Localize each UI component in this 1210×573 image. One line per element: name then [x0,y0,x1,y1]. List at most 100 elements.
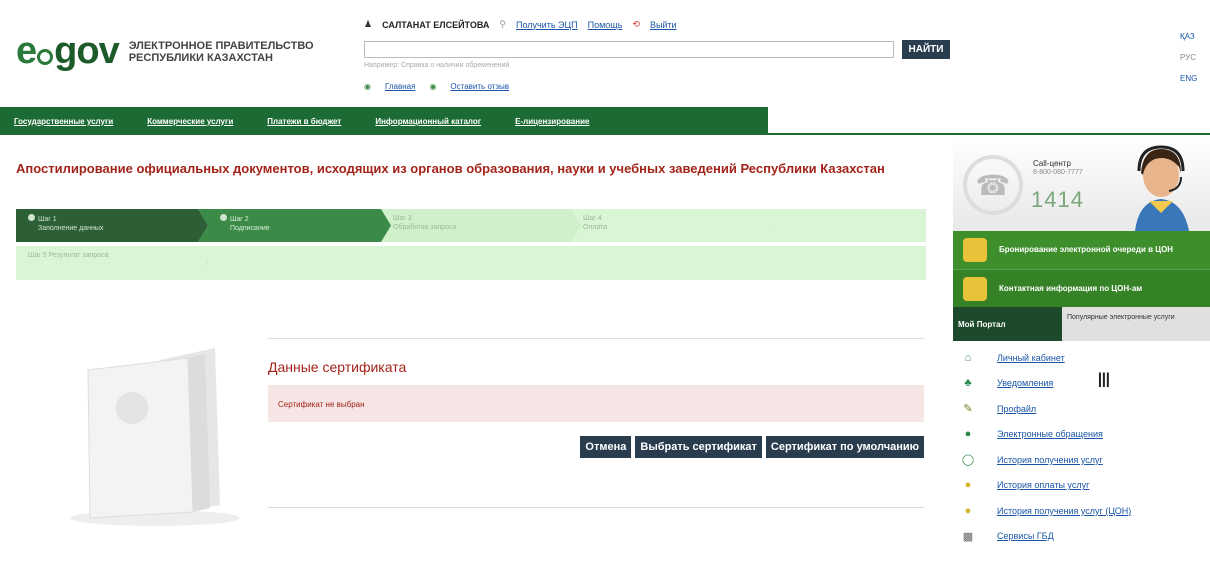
appeal-icon: ● [964,428,972,441]
step-5: Шаг 5 Результат запроса [16,246,208,280]
con-contacts-label: Контактная информация по ЦОН-ам [999,283,1143,293]
steps-progress: Шаг 4 Оплата Шаг 3 Обработка запроса Шаг… [16,209,926,283]
steps-row2: Шаг 5 Результат запроса [16,246,926,280]
operator-avatar [1135,145,1189,231]
page-title: Апостилирование официальных документов, … [16,161,885,176]
logout-icon: ⟲ [632,19,640,29]
certificate-title: Данные сертификата [268,359,407,375]
step-1-number: Шаг 1 [38,216,57,223]
menu-item-appeals[interactable]: ● Электронные обращения [953,422,1210,448]
database-icon: ▩ [962,530,974,543]
call-center-short-number: 1414 [1031,187,1084,212]
menu-label-profile[interactable]: Профайл [997,404,1036,414]
main-content: Апостилирование официальных документов, … [0,140,950,573]
house-icon: ⌂ [964,351,972,364]
nav-budget-payments[interactable]: Платежи в бюджет [267,117,341,126]
default-certificate-button[interactable]: Сертификат по умолчанию [765,436,924,458]
queue-booking-banner[interactable]: Бронирование электронной очереди в ЦОН [953,231,1210,269]
con-contacts-banner[interactable]: Контактная информация по ЦОН-ам [953,269,1210,307]
menu-item-gbd-services[interactable]: ▩ Сервисы ГБД [953,524,1210,550]
phone-icon: ☎ [963,155,1023,215]
con-history-icon: ● [964,504,972,517]
certificate-panel: Данные сертификата Сертификат не выбран … [268,338,924,458]
sub-links: ◉ Главная ◉ Оставить отзыв [364,82,509,91]
cert-top-divider [268,338,924,339]
step-4-label: Оплата [583,224,608,231]
lang-kaz[interactable]: ҚАЗ [1180,32,1197,41]
feedback-icon: ◉ [429,82,437,91]
search-button[interactable]: НАЙТИ [902,40,950,59]
logo-gov: gov [54,30,120,72]
feedback-link[interactable]: Оставить отзыв [450,82,509,91]
logout-link[interactable]: Выйти [650,20,677,30]
choose-certificate-button[interactable]: Выбрать сертификат [635,436,762,458]
menu-label-notifications[interactable]: Уведомления [997,378,1053,388]
queue-booking-label: Бронирование электронной очереди в ЦОН [999,245,1174,254]
menu-label-con-history[interactable]: История получения услуг (ЦОН) [997,506,1131,516]
egov-logo[interactable]: e gov ЭЛЕКТРОННОЕ ПРАВИТЕЛЬСТВО РЕСПУБЛИ… [16,30,314,73]
menu-item-notifications[interactable]: ♣ Уведомления [953,371,1210,397]
search-hint: Например: Справка о наличии обременений [364,62,510,69]
menu-label-cabinet[interactable]: Личный кабинет [997,353,1065,363]
history-icon: ◯ [961,454,975,467]
right-sidebar: ☎ Call-центр 8-800-080-7777 1414 Брониро… [953,135,1210,573]
step-5-number: Шаг 5 [28,252,47,259]
step-4-number: Шаг 4 [583,215,602,222]
get-eds-link[interactable]: Получить ЭЦП [516,20,578,30]
logo-ring-icon [37,48,54,65]
menu-item-con-history[interactable]: ● История получения услуг (ЦОН) [953,498,1210,524]
top-nav-bar: Государственные услуги Коммерческие услу… [0,107,768,135]
step-2-indicator-icon [220,214,227,221]
menu-item-payment-history[interactable]: ● История оплаты услуг [953,473,1210,499]
step-2: Шаг 2 Подписание [198,209,391,242]
step-4: Шаг 4 Оплата [571,209,771,242]
menu-item-cabinet[interactable]: ⌂ Личный кабинет [953,345,1210,371]
menu-label-payment-history[interactable]: История оплаты услуг [997,480,1089,490]
menu-label-appeals[interactable]: Электронные обращения [997,429,1103,439]
certificate-buttons: Отмена Выбрать сертификат Сертификат по … [268,436,924,458]
pencil-icon: ✎ [963,403,973,416]
notification-icon: ♣ [964,377,972,390]
lang-eng[interactable]: ENG [1180,74,1197,83]
call-center-title: Call-центр [1033,159,1071,168]
call-center-box: ☎ Call-центр 8-800-080-7777 1414 [953,135,1210,231]
logo-line1: ЭЛЕКТРОННОЕ ПРАВИТЕЛЬСТВО [128,39,314,52]
help-link[interactable]: Помощь [588,20,623,30]
logo-line2: РЕСПУБЛИКИ КАЗАХСТАН [128,51,273,64]
logo-e: e [16,30,37,72]
menu-label-gbd-services[interactable]: Сервисы ГБД [997,531,1054,541]
nav-gov-services[interactable]: Государственные услуги [14,117,113,126]
portal-menu: ⌂ Личный кабинет ♣ Уведомления ✎ Профайл ● Э… [953,345,1210,549]
payment-icon: ● [964,479,972,492]
certificate-status: Сертификат не выбран [278,400,365,409]
cert-bottom-divider [268,507,924,508]
user-bar: ♟ САЛТАНАТ ЕЛСЕЙТОВА ⚲ Получить ЭЦП Помо… [364,19,677,30]
user-name: САЛТАНАТ ЕЛСЕЙТОВА [382,19,490,30]
menu-label-service-history[interactable]: История получения услуг [997,455,1103,465]
step-1-indicator-icon [28,214,35,221]
header: e gov ЭЛЕКТРОННОЕ ПРАВИТЕЛЬСТВО РЕСПУБЛИ… [0,0,1210,104]
key-icon: ⚲ [499,19,506,29]
lang-rus[interactable]: РУС [1180,53,1197,62]
nav-commercial-services[interactable]: Коммерческие услуги [147,117,233,126]
menu-item-profile[interactable]: ✎ Профайл [953,396,1210,422]
tab-popular-services[interactable]: Популярные электронные услуги [1062,307,1210,341]
menu-item-service-history[interactable]: ◯ История получения услуг [953,447,1210,473]
search-input[interactable] [364,41,894,58]
sidebar-tabs: Мой Портал Популярные электронные услуги [953,307,1210,341]
binders-illustration [70,348,240,526]
top-nav: Государственные услуги Коммерческие услу… [0,107,1210,135]
step-3-label: Обработка запроса [393,224,457,231]
cancel-button[interactable]: Отмена [580,436,632,458]
nav-e-licensing[interactable]: Е-лицензирование [515,117,589,126]
certificate-status-box: Сертификат не выбран [268,385,924,422]
home-link[interactable]: Главная [385,82,415,91]
queue-icon [963,238,987,262]
step-1: Шаг 1 Заполнение данных [16,209,208,242]
user-icon: ♟ [364,19,373,29]
nav-info-catalog[interactable]: Информационный каталог [375,117,481,126]
language-switcher: ҚАЗ РУС ENG [1180,32,1197,83]
tab-my-portal[interactable]: Мой Портал [953,307,1062,341]
call-center-phone: 8-800-080-7777 [1033,169,1083,176]
logo-text: ЭЛЕКТРОННОЕ ПРАВИТЕЛЬСТВО РЕСПУБЛИКИ КАЗ… [129,40,314,64]
